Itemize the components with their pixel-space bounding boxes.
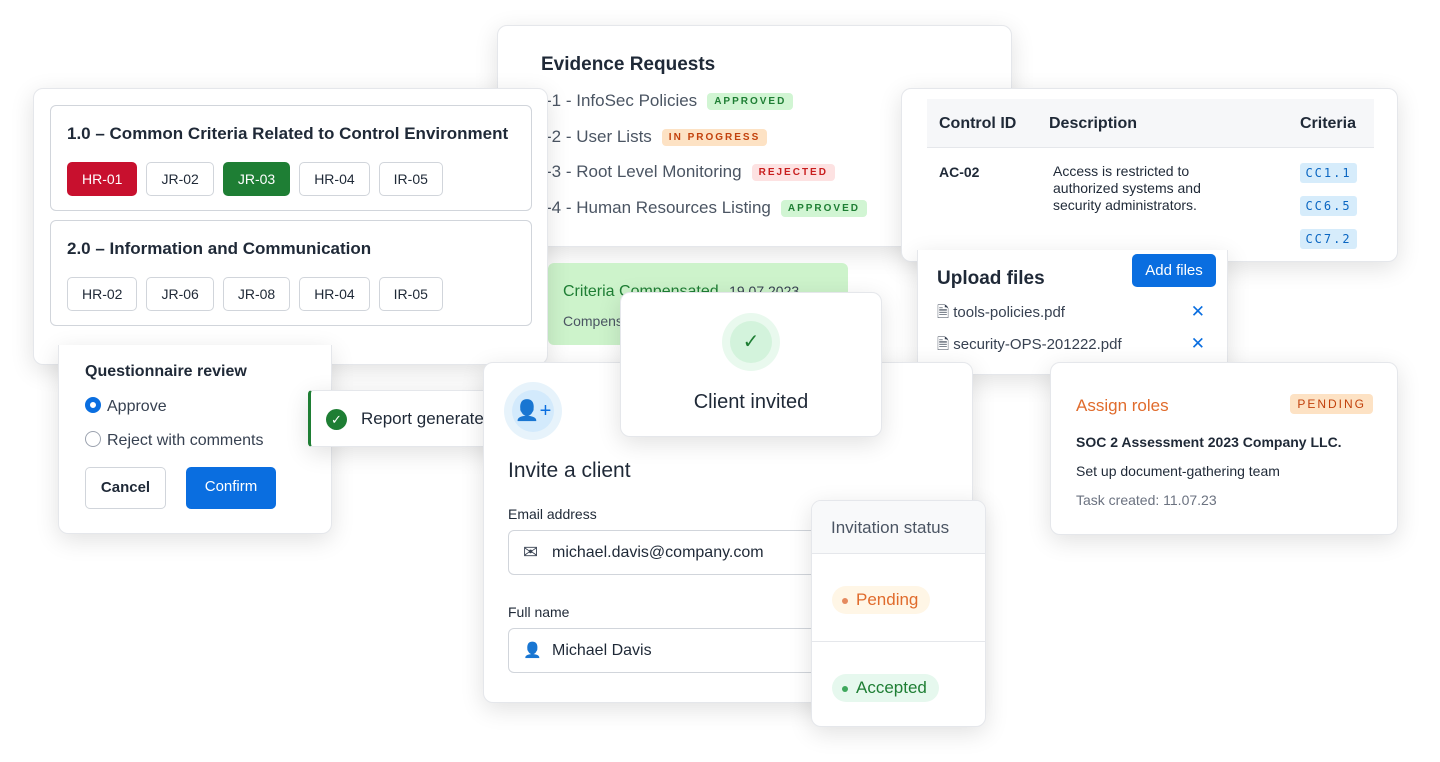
file-icon: 🗎 xyxy=(937,304,950,321)
radio-approve[interactable]: Approve xyxy=(85,397,167,416)
control-chip[interactable]: JR-02 xyxy=(146,162,214,196)
file-name: tools-policies.pdf xyxy=(953,304,1065,321)
radio-reject[interactable]: Reject with comments xyxy=(85,431,264,450)
control-chip[interactable]: JR-06 xyxy=(146,277,214,311)
criteria-tag: CC6.5 xyxy=(1300,196,1357,216)
check-circle-icon: ✓ xyxy=(326,409,347,430)
control-chip[interactable]: HR-04 xyxy=(299,162,370,196)
email-label: Email address xyxy=(508,506,597,522)
questionnaire-title: Questionnaire review xyxy=(85,363,247,380)
evidence-label: -4 - Human Resources Listing xyxy=(546,198,771,217)
confirm-button[interactable]: Confirm xyxy=(186,467,276,509)
evidence-label: -3 - Root Level Monitoring xyxy=(546,162,742,181)
email-field[interactable]: ✉ michael.davis@company.com xyxy=(508,530,828,575)
file-item: 🗎 security-OPS-201222.pdf ✕ xyxy=(937,334,1217,359)
upload-files-card: Upload files Add files 🗎 tools-policies.… xyxy=(917,250,1228,375)
upload-title: Upload files xyxy=(937,268,1045,289)
control-description: Access is restricted to authorized syste… xyxy=(1053,163,1201,213)
file-icon: 🗎 xyxy=(937,336,950,353)
client-invited-text: Client invited xyxy=(693,391,809,413)
criteria-card: 1.0 – Common Criteria Related to Control… xyxy=(33,88,548,365)
cancel-button[interactable]: Cancel xyxy=(85,467,166,509)
control-chip[interactable]: JR-08 xyxy=(222,277,291,311)
full-name-field[interactable]: 👤 Michael Davis xyxy=(508,628,828,673)
status-text: Accepted xyxy=(856,678,927,697)
task-created: Task created: 11.07.23 xyxy=(1076,492,1217,508)
user-plus-icon: 👤+ xyxy=(504,382,562,440)
invitation-status-card: Invitation status Pending Accepted xyxy=(811,500,986,727)
dot-icon xyxy=(842,597,848,604)
status-badge: APPROVED xyxy=(707,93,794,111)
check-circle-icon: ✓ xyxy=(722,313,780,371)
radio-selected-icon xyxy=(85,397,101,413)
evidence-title: Evidence Requests xyxy=(541,54,716,75)
evidence-label: -1 - InfoSec Policies xyxy=(546,91,698,110)
remove-file-icon[interactable]: ✕ xyxy=(1191,302,1205,322)
assign-title: Assign roles xyxy=(1076,396,1169,415)
criteria-section: 2.0 – Information and Communication HR-0… xyxy=(50,220,532,326)
dot-icon xyxy=(842,685,848,692)
status-text: Pending xyxy=(856,590,919,609)
header-criteria: Criteria xyxy=(1299,115,1356,132)
table-header: Control ID Description Criteria xyxy=(927,99,1374,148)
status-badge: IN PROGRESS xyxy=(661,129,768,147)
control-chip[interactable]: HR-02 xyxy=(67,277,138,311)
email-value: michael.davis@company.com xyxy=(552,544,764,561)
radio-label: Approve xyxy=(107,398,167,415)
name-label: Full name xyxy=(508,604,570,620)
criteria-section: 1.0 – Common Criteria Related to Control… xyxy=(50,105,532,211)
header-description: Description xyxy=(1049,115,1138,132)
control-chip[interactable]: IR-05 xyxy=(378,162,443,196)
task-text: Set up document-gathering team xyxy=(1076,463,1280,479)
toast-text: Report generated xyxy=(361,409,494,428)
status-badge: APPROVED xyxy=(780,200,867,218)
control-chip[interactable]: IR-05 xyxy=(378,277,443,311)
add-files-button[interactable]: Add files xyxy=(1132,254,1216,287)
client-invited-card: ✓ Client invited xyxy=(620,292,882,437)
file-item: 🗎 tools-policies.pdf ✕ xyxy=(937,302,1217,327)
mail-icon: ✉ xyxy=(523,542,539,562)
remove-file-icon[interactable]: ✕ xyxy=(1191,334,1205,354)
criteria-tag: CC7.2 xyxy=(1300,229,1357,249)
assign-roles-card[interactable]: Assign roles PENDING SOC 2 Assessment 20… xyxy=(1050,362,1398,535)
control-chip[interactable]: HR-04 xyxy=(299,277,370,311)
status-badge: REJECTED xyxy=(751,164,835,182)
radio-label: Reject with comments xyxy=(107,432,264,449)
control-chip[interactable]: HR-01 xyxy=(67,162,138,196)
file-name: security-OPS-201222.pdf xyxy=(953,336,1122,353)
status-header: Invitation status xyxy=(812,501,985,554)
evidence-label: -2 - User Lists xyxy=(546,127,652,146)
company-name: SOC 2 Assessment 2023 Company LLC. xyxy=(1076,434,1342,450)
section-title: 1.0 – Common Criteria Related to Control… xyxy=(67,124,509,143)
pending-badge: PENDING xyxy=(1290,394,1373,414)
evidence-item[interactable]: -1 - InfoSec Policies APPROVED xyxy=(546,91,794,111)
report-generated-toast: ✓ Report generated xyxy=(308,390,508,447)
evidence-item[interactable]: -3 - Root Level Monitoring REJECTED xyxy=(546,162,835,182)
control-chip[interactable]: JR-03 xyxy=(222,162,291,196)
person-icon: 👤 xyxy=(523,642,542,659)
section-title: 2.0 – Information and Communication xyxy=(67,239,372,258)
control-table-card: Control ID Description Criteria AC-02 Ac… xyxy=(901,88,1398,262)
criteria-tag: CC1.1 xyxy=(1300,163,1357,183)
radio-unselected-icon xyxy=(85,431,101,447)
name-value: Michael Davis xyxy=(552,642,652,659)
questionnaire-card: Questionnaire review Approve Reject with… xyxy=(58,345,332,534)
invite-title: Invite a client xyxy=(508,459,631,482)
evidence-item[interactable]: -2 - User Lists IN PROGRESS xyxy=(546,127,768,147)
accepted-pill: Accepted xyxy=(832,674,939,702)
evidence-item[interactable]: -4 - Human Resources Listing APPROVED xyxy=(546,198,867,218)
control-id: AC-02 xyxy=(939,164,980,180)
pending-pill: Pending xyxy=(832,586,931,614)
header-control-id: Control ID xyxy=(939,115,1017,132)
